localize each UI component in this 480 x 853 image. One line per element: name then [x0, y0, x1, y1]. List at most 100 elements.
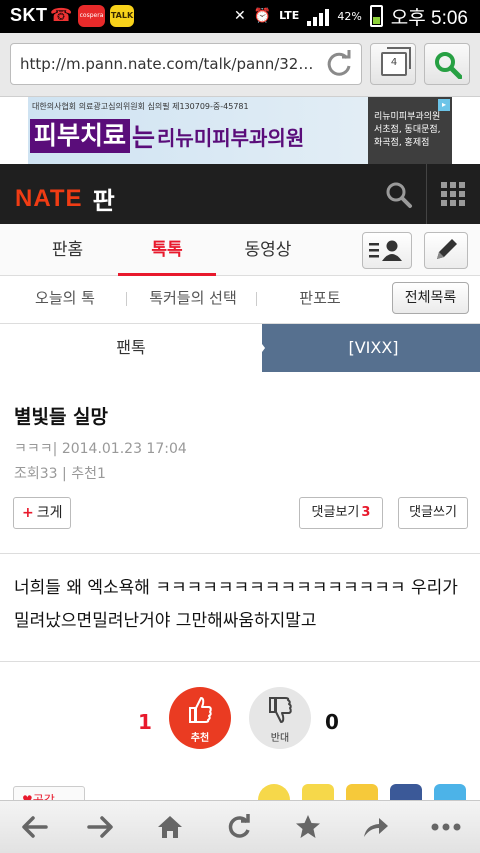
- header-search-icon[interactable]: [384, 180, 414, 210]
- ad-headline-row: 피부치료 는 리뉴미피부과의원: [30, 119, 304, 153]
- like-button[interactable]: 추천: [169, 687, 231, 749]
- ad-license-text: 대한의사협회 의료광고심의위원회 심의필 제130709-중-45781: [32, 102, 249, 111]
- dislike-button[interactable]: 반대: [249, 687, 311, 749]
- facebook-icon[interactable]: [390, 784, 422, 800]
- heart-icon: ♥: [22, 793, 33, 800]
- url-field[interactable]: http://m.pann.nate.com/talk/pann/3208...: [10, 43, 362, 85]
- meta-separator: |: [52, 441, 62, 457]
- thumbs-down-icon: [269, 697, 292, 723]
- pencil-icon: [437, 239, 457, 259]
- home-button[interactable]: [150, 809, 190, 845]
- ad-content[interactable]: 대한의사협회 의료광고심의위원회 심의필 제130709-중-45781 피부치…: [28, 97, 452, 164]
- ad-headline-suffix: 는: [132, 123, 156, 152]
- grid-menu-icon[interactable]: [441, 182, 465, 206]
- back-arrow-icon: [22, 816, 48, 838]
- more-button[interactable]: [426, 809, 466, 845]
- ad-banner[interactable]: 대한의사협회 의료광고심의위원회 심의필 제130709-중-45781 피부치…: [0, 97, 480, 164]
- tab-toktok[interactable]: 톡톡: [118, 224, 216, 276]
- logo-brand: NATE: [15, 184, 83, 212]
- missed-call-icon: ☎: [50, 5, 73, 26]
- divider: [0, 661, 480, 662]
- recommend-count: 1: [96, 466, 106, 482]
- twitter-icon[interactable]: [434, 784, 466, 800]
- alarm-icon: ⏰: [253, 8, 272, 24]
- search-button[interactable]: [424, 43, 470, 85]
- views-label: 조회: [14, 466, 40, 482]
- header-divider: [426, 164, 427, 224]
- plus-icon: +: [22, 505, 34, 521]
- browser-bottom-bar: [0, 800, 480, 853]
- status-indicators: ✕ ⏰ LTE 42% 오후 5:06: [233, 5, 468, 29]
- comment-count: 3: [361, 505, 371, 520]
- breadcrumb-parent[interactable]: 팬톡: [0, 324, 262, 372]
- search-icon: [435, 52, 462, 79]
- breadcrumb-arrow: [247, 324, 265, 372]
- empathy-button[interactable]: ♥공감: [13, 786, 85, 800]
- browser-toolbar: http://m.pann.nate.com/talk/pann/3208...…: [0, 33, 480, 97]
- ad-clinic-name: 리뉴미피부과의원: [157, 125, 305, 150]
- mute-icon: ✕: [233, 8, 246, 24]
- kakaotalk-icon[interactable]: [302, 784, 334, 800]
- recommend-label: 추천: [71, 466, 97, 482]
- more-icon: [431, 823, 461, 831]
- battery-icon: [369, 5, 383, 27]
- empathy-label: 공감: [32, 793, 55, 800]
- signal-icon: [307, 6, 330, 26]
- breadcrumb-current[interactable]: [VIXX]: [247, 324, 480, 372]
- dislike-label: 반대: [270, 733, 290, 744]
- ad-headline: 피부치료: [30, 119, 131, 153]
- subnav-separator: [126, 292, 127, 306]
- subnav-today-talk[interactable]: 오늘의 톡: [22, 276, 108, 320]
- reload-icon[interactable]: [325, 50, 353, 78]
- bookmark-button[interactable]: [288, 809, 328, 845]
- article-title: 별빛들 실망: [14, 406, 109, 428]
- tabs-icon: 4: [381, 47, 411, 76]
- battery-percent: 42%: [337, 9, 362, 23]
- site-header: NATE 판: [0, 164, 480, 224]
- sub-nav: 오늘의 톡 톡커들의 선택 판포토 전체목록: [0, 276, 480, 324]
- share-button[interactable]: [356, 809, 396, 845]
- emoji-icon[interactable]: [258, 784, 290, 800]
- article-author[interactable]: ㅋㅋㅋ: [14, 441, 53, 457]
- article-meta: ㅋㅋㅋ| 2014.01.23 17:04: [14, 438, 187, 458]
- dislike-count: 0: [325, 710, 339, 734]
- share-row: ♥공감: [0, 780, 480, 800]
- thumbs-up-icon: [189, 697, 212, 723]
- star-icon: [296, 815, 320, 838]
- tab-count: 4: [390, 57, 398, 68]
- subnav-talker-choice[interactable]: 톡커들의 선택: [138, 276, 248, 320]
- share-icon: [364, 818, 388, 837]
- like-label: 추천: [190, 733, 210, 744]
- forward-button[interactable]: [81, 809, 121, 845]
- write-comment-button[interactable]: 댓글쓰기: [398, 497, 468, 529]
- site-logo[interactable]: NATE 판: [15, 181, 115, 216]
- home-icon: [158, 816, 182, 838]
- clock: 오후 5:06: [390, 7, 468, 29]
- carrier-label: SKT: [10, 5, 48, 25]
- subnav-pan-photo[interactable]: 판포토: [282, 276, 358, 320]
- back-button[interactable]: [14, 809, 54, 845]
- refresh-button[interactable]: [219, 809, 259, 845]
- tab-pan-home[interactable]: 판홈: [30, 224, 105, 276]
- article-date: 2014.01.23 17:04: [61, 441, 187, 457]
- logo-section: 판: [92, 187, 115, 215]
- main-nav: 판홈 톡톡 동영상: [0, 224, 480, 276]
- like-count: 1: [138, 710, 152, 734]
- full-list-button[interactable]: 전체목록: [392, 282, 469, 314]
- url-text[interactable]: http://m.pann.nate.com/talk/pann/3208...: [20, 55, 320, 73]
- font-size-label: 크게: [36, 505, 63, 521]
- profile-list-icon: [369, 240, 402, 261]
- write-post-button[interactable]: [424, 232, 468, 269]
- ad-choices-icon[interactable]: ▸: [438, 99, 450, 111]
- subnav-separator: [256, 292, 257, 306]
- divider: [0, 553, 480, 554]
- tabs-button[interactable]: 4: [370, 43, 416, 85]
- font-size-button[interactable]: + 크게: [13, 497, 71, 529]
- tab-video[interactable]: 동영상: [230, 224, 306, 276]
- kakaostory-icon[interactable]: [346, 784, 378, 800]
- network-type: LTE: [279, 9, 300, 22]
- breadcrumb: [VIXX] 팬톡: [0, 324, 480, 372]
- refresh-icon: [228, 814, 250, 838]
- view-comments-button[interactable]: 댓글보기 3: [299, 497, 383, 529]
- my-list-button[interactable]: [362, 232, 412, 269]
